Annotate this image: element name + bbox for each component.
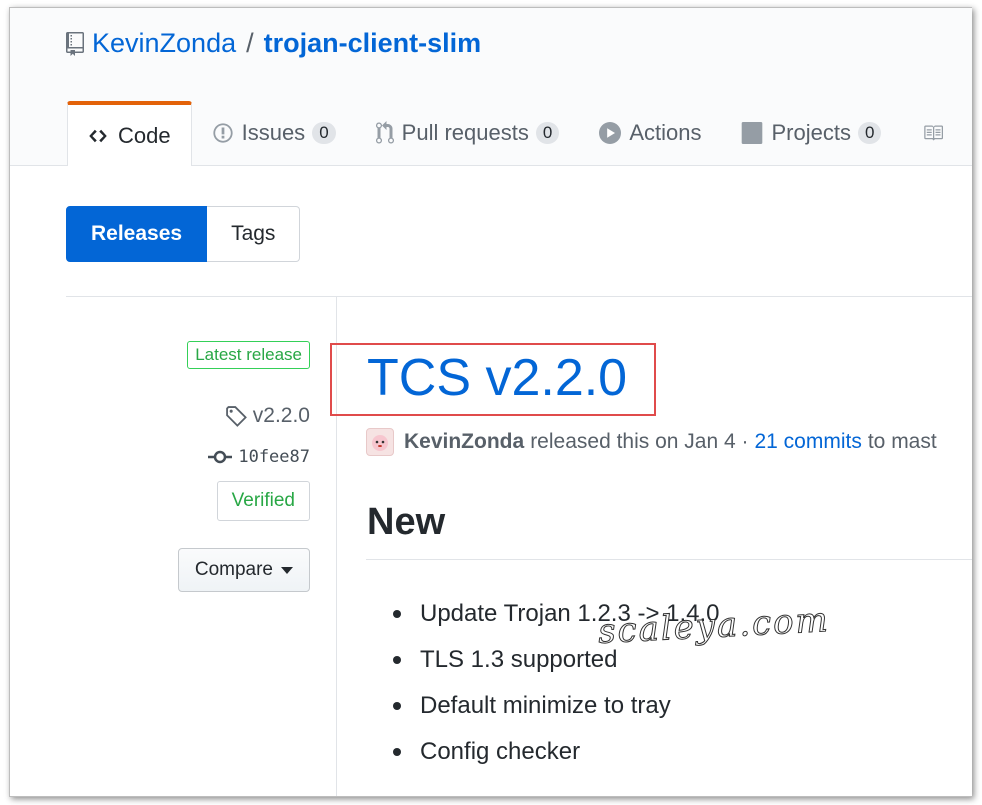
tab-projects-label: Projects: [771, 120, 851, 145]
issues-count-badge: 0: [312, 122, 336, 144]
tab-code-label: Code: [118, 122, 171, 148]
bullet-icon: [393, 748, 401, 756]
highlight-annotation-box: [330, 343, 656, 416]
repo-separator: /: [246, 28, 254, 58]
repo-name-link[interactable]: trojan-client-slim: [264, 28, 482, 59]
tab-wiki[interactable]: [901, 101, 972, 165]
tab-pull-requests[interactable]: Pull requests 0: [356, 101, 580, 165]
repo-header: KevinZonda / trojan-client-slim Code Iss…: [10, 8, 972, 166]
bullet-icon: [393, 702, 401, 710]
releases-subnav: Releases Tags: [66, 206, 301, 262]
book-icon: [924, 125, 944, 141]
commits-suffix-text: to mast: [867, 430, 937, 453]
project-icon: [742, 122, 763, 144]
repo-owner-link[interactable]: KevinZonda: [92, 28, 236, 59]
tab-code[interactable]: Code: [67, 101, 192, 166]
caret-down-icon: [281, 566, 293, 574]
release-byline: KevinZonda released this on Jan 4 · 21 c…: [366, 428, 937, 456]
bullet-icon: [393, 656, 401, 664]
tab-actions-label: Actions: [629, 120, 702, 145]
list-item: Config checker: [393, 729, 720, 775]
repo-nav-tabs: Code Issues 0 Pull requests 0 Actions Pr…: [67, 101, 972, 166]
play-icon: [599, 122, 622, 144]
tab-actions[interactable]: Actions: [579, 101, 721, 165]
tab-projects[interactable]: Projects 0: [721, 101, 901, 165]
releases-tab[interactable]: Releases: [66, 206, 208, 262]
note-text: TLS 1.3 supported: [420, 646, 618, 673]
repo-title: KevinZonda / trojan-client-slim: [66, 28, 481, 59]
screenshot-frame: KevinZonda / trojan-client-slim Code Iss…: [9, 7, 972, 797]
avatar-icon: [372, 435, 388, 451]
tags-tab[interactable]: Tags: [207, 206, 301, 262]
commits-since-link[interactable]: 21 commits: [754, 430, 861, 454]
tab-pull-requests-label: Pull requests: [401, 120, 529, 145]
compare-button[interactable]: Compare: [177, 548, 310, 592]
release-author-link[interactable]: KevinZonda: [404, 430, 524, 454]
verified-badge[interactable]: Verified: [216, 481, 310, 521]
release-commit-link[interactable]: 10fee87: [208, 447, 310, 467]
code-icon: [89, 129, 107, 142]
latest-release-label: Latest release: [187, 341, 310, 369]
release-tag-label: v2.2.0: [252, 404, 310, 427]
issue-opened-icon: [212, 123, 233, 143]
list-item: Default minimize to tray: [393, 683, 720, 729]
released-text: released this on Jan 4 ·: [530, 430, 749, 453]
tag-icon: [225, 406, 247, 427]
bullet-icon: [393, 610, 401, 618]
note-text: Config checker: [420, 738, 581, 765]
tab-issues-label: Issues: [241, 120, 306, 145]
git-commit-icon: [208, 450, 233, 464]
git-pull-request-icon: [375, 121, 394, 144]
author-avatar[interactable]: [366, 428, 394, 456]
note-text: Default minimize to tray: [420, 692, 671, 719]
release-commit-sha: 10fee87: [238, 447, 310, 467]
compare-button-label: Compare: [194, 559, 273, 580]
release-notes-heading: New: [367, 501, 446, 543]
repo-icon: [66, 31, 84, 56]
heading-underline: [366, 559, 972, 560]
projects-count-badge: 0: [857, 122, 882, 144]
divider: [66, 296, 972, 297]
release-tag-link[interactable]: v2.2.0: [225, 404, 310, 428]
tab-issues[interactable]: Issues 0: [192, 101, 356, 165]
pull-requests-count-badge: 0: [535, 122, 560, 144]
